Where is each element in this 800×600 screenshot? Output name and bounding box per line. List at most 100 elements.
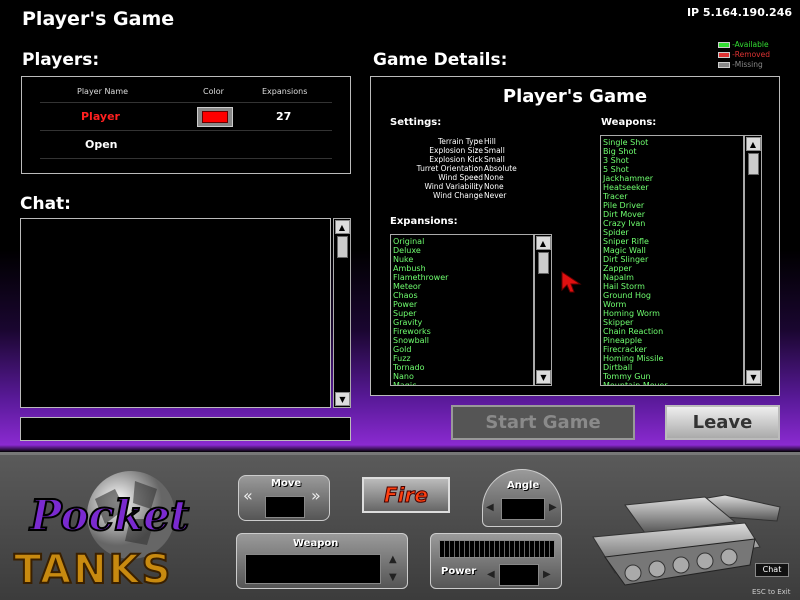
expansions-scrollbar[interactable]: ▲ ▼ (534, 234, 552, 386)
expansion-item[interactable]: Ambush (393, 264, 531, 273)
weapon-down-icon[interactable]: ▼ (389, 572, 397, 583)
player-name: Player (81, 110, 120, 123)
weapon-up-icon[interactable]: ▲ (389, 554, 397, 565)
move-display (265, 496, 305, 518)
angle-label: Angle (507, 480, 540, 491)
weapon-item[interactable]: Dirt Mover (603, 210, 741, 219)
expansion-item[interactable]: Gravity (393, 318, 531, 327)
move-control[interactable]: Move « » (238, 475, 330, 521)
power-left-icon[interactable]: ◀ (487, 569, 495, 580)
weapon-item[interactable]: Hail Storm (603, 282, 741, 291)
weapon-item[interactable]: Napalm (603, 273, 741, 282)
weapon-item[interactable]: Dirt Slinger (603, 255, 741, 264)
weapon-item[interactable]: Crazy Ivan (603, 219, 741, 228)
settings-values: Hill Small Small Absolute None None Neve… (484, 137, 517, 200)
weapon-item[interactable]: 3 Shot (603, 156, 741, 165)
scroll-down-icon[interactable]: ▼ (335, 392, 350, 406)
expansion-item[interactable]: Gold (393, 345, 531, 354)
col-color: Color (203, 87, 224, 96)
angle-left-icon[interactable]: ◀ (486, 502, 494, 513)
weapon-item[interactable]: Homing Worm (603, 309, 741, 318)
legend-missing: -Missing (718, 60, 770, 70)
page-title: Player's Game (22, 8, 175, 30)
mouse-cursor-icon (561, 271, 582, 293)
expansion-item[interactable]: Magic (393, 381, 531, 385)
chat-button[interactable]: Chat (755, 563, 789, 577)
players-label: Players: (22, 50, 100, 70)
expansion-item[interactable]: Fuzz (393, 354, 531, 363)
expansion-item[interactable]: Flamethrower (393, 273, 531, 282)
weapon-item[interactable]: Worm (603, 300, 741, 309)
expansion-item[interactable]: Snowball (393, 336, 531, 345)
weapon-item[interactable]: Sniper Rifle (603, 237, 741, 246)
scroll-up-icon[interactable]: ▲ (334, 220, 350, 234)
esc-hint: ESC to Exit (752, 588, 791, 596)
weapons-scrollbar[interactable]: ▲ ▼ (744, 135, 762, 386)
expansion-item[interactable]: Chaos (393, 291, 531, 300)
weapon-item[interactable]: Big Shot (603, 147, 741, 156)
weapon-item[interactable]: Zapper (603, 264, 741, 273)
expansion-item[interactable]: Original (393, 237, 531, 246)
weapon-item[interactable]: Magic Wall (603, 246, 741, 255)
chat-input[interactable] (20, 417, 351, 441)
col-player-name: Player Name (77, 87, 129, 96)
weapon-item[interactable]: Spider (603, 228, 741, 237)
weapon-item[interactable]: Tracer (603, 192, 741, 201)
weapon-item[interactable]: Dirtball (603, 363, 741, 372)
player-color-button[interactable] (197, 107, 233, 127)
expansion-item[interactable]: Meteor (393, 282, 531, 291)
weapon-item[interactable]: Chain Reaction (603, 327, 741, 336)
col-expansions: Expansions (262, 87, 308, 96)
expansion-item[interactable]: Nuke (393, 255, 531, 264)
move-left-icon[interactable]: « (243, 486, 253, 505)
weapon-item[interactable]: Single Shot (603, 138, 741, 147)
chat-scrollbar[interactable]: ▲ ▼ (333, 218, 351, 408)
weapon-item[interactable]: Tommy Gun (603, 372, 741, 381)
weapon-item[interactable]: Firecracker (603, 345, 741, 354)
expansion-item[interactable]: Super (393, 309, 531, 318)
weapon-item[interactable]: Pineapple (603, 336, 741, 345)
power-label: Power (441, 566, 477, 577)
scroll-down-icon[interactable]: ▼ (746, 370, 761, 384)
weapons-list[interactable]: Single Shot Big Shot 3 Shot 5 Shot Jackhamme… (600, 135, 744, 386)
settings-keys: Terrain Type Explosion Size Explosion Ki… (416, 137, 483, 200)
expansion-item[interactable]: Tornado (393, 363, 531, 372)
fire-button[interactable]: Fire (362, 477, 450, 513)
expansion-item[interactable]: Nano (393, 372, 531, 381)
scroll-thumb[interactable] (336, 236, 348, 258)
ip-address: IP 5.164.190.246 (686, 6, 792, 19)
scroll-thumb[interactable] (747, 153, 759, 175)
angle-display (501, 498, 545, 520)
scroll-up-icon[interactable]: ▲ (535, 236, 551, 250)
weapon-item[interactable]: Mountain Mover (603, 381, 741, 385)
open-slot[interactable]: Open (85, 138, 118, 151)
weapon-item[interactable]: Ground Hog (603, 291, 741, 300)
expansions-list[interactable]: Original Deluxe Nuke Ambush Flamethrower Mete… (390, 234, 534, 386)
scroll-up-icon[interactable]: ▲ (745, 137, 761, 151)
power-display (499, 564, 539, 586)
expansions-label: Expansions: (390, 216, 458, 227)
expansion-item[interactable]: Deluxe (393, 246, 531, 255)
angle-control[interactable]: Angle ◀ ▶ (482, 469, 562, 527)
pocket-tanks-logo: Pocket TANKS (10, 465, 230, 595)
weapon-control[interactable]: Weapon ▲ ▼ (236, 533, 408, 589)
weapon-display (245, 554, 381, 584)
expansion-item[interactable]: Power (393, 300, 531, 309)
expansion-item[interactable]: Fireworks (393, 327, 531, 336)
scroll-thumb[interactable] (537, 252, 549, 274)
start-game-button[interactable]: Start Game (451, 405, 635, 440)
game-details-label: Game Details: (373, 50, 508, 70)
weapon-item[interactable]: Jackhammer (603, 174, 741, 183)
scroll-down-icon[interactable]: ▼ (536, 370, 551, 384)
leave-button[interactable]: Leave (665, 405, 780, 440)
power-control[interactable]: Power ◀ ▶ (430, 533, 562, 589)
weapon-item[interactable]: Pile Driver (603, 201, 741, 210)
move-right-icon[interactable]: » (311, 486, 321, 505)
weapon-item[interactable]: Heatseeker (603, 183, 741, 192)
angle-right-icon[interactable]: ▶ (549, 502, 557, 513)
weapon-item[interactable]: 5 Shot (603, 165, 741, 174)
weapon-item[interactable]: Skipper (603, 318, 741, 327)
legend-removed: -Removed (718, 50, 770, 60)
weapon-item[interactable]: Homing Missile (603, 354, 741, 363)
power-right-icon[interactable]: ▶ (543, 569, 551, 580)
